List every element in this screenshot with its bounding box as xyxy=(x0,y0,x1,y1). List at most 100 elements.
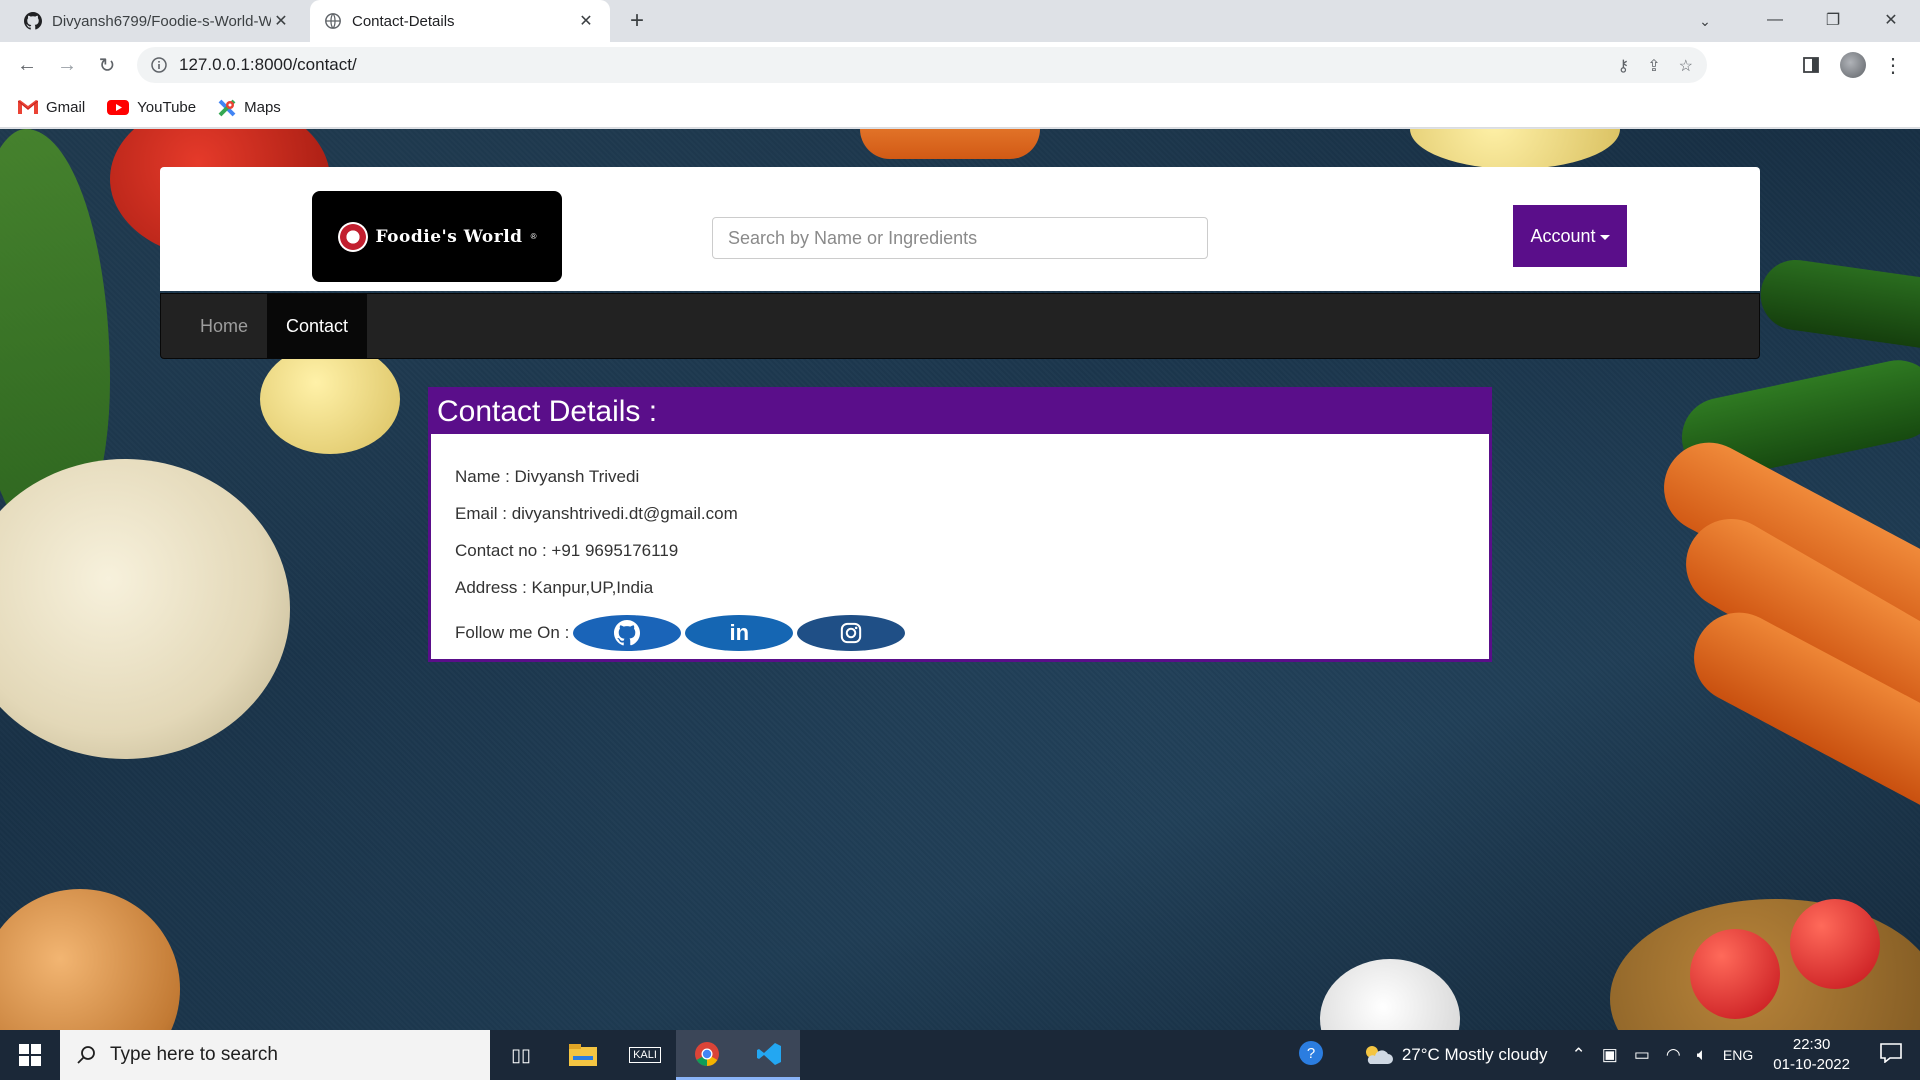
nav-home[interactable]: Home xyxy=(181,294,267,358)
bookmarks-bar: Gmail YouTube Maps xyxy=(0,88,1920,128)
site-navbar: Home Contact xyxy=(160,293,1760,359)
follow-label: Follow me On : xyxy=(455,623,570,642)
key-icon[interactable]: ⚷ xyxy=(1618,56,1630,76)
instagram-link[interactable] xyxy=(797,615,906,651)
github-icon xyxy=(24,12,42,30)
background-carrot xyxy=(860,129,1040,159)
background-garlic xyxy=(1320,959,1460,1030)
registered-mark: ® xyxy=(530,232,537,241)
clock-time: 22:30 xyxy=(1792,1036,1831,1053)
taskbar-search-placeholder: Type here to search xyxy=(110,1044,278,1065)
battery-icon[interactable]: ▭ xyxy=(1626,1045,1658,1065)
windows-taskbar: Type here to search ▯▯ KALI ? 27°C Mostl… xyxy=(0,1030,1920,1080)
windows-icon xyxy=(19,1044,41,1066)
email-label: Email : xyxy=(455,503,512,523)
bookmark-label: YouTube xyxy=(137,99,197,116)
menu-icon[interactable]: ⋮ xyxy=(1878,50,1908,80)
search-input[interactable] xyxy=(712,217,1208,259)
github-link[interactable] xyxy=(573,615,682,651)
globe-icon xyxy=(325,13,341,29)
minimize-button[interactable]: — xyxy=(1746,0,1804,40)
file-explorer-icon[interactable] xyxy=(552,1030,614,1080)
bookmark-label: Maps xyxy=(244,99,281,116)
notifications-icon[interactable] xyxy=(1862,1042,1920,1068)
svg-text:?: ? xyxy=(1307,1045,1315,1062)
help-icon[interactable]: ? xyxy=(1290,1040,1332,1071)
back-icon[interactable]: ← xyxy=(12,50,42,80)
forward-icon[interactable]: → xyxy=(52,50,82,80)
background-potato xyxy=(260,344,400,454)
youtube-icon xyxy=(107,100,130,115)
browser-tab-strip: Divyansh6799/Foodie-s-World-W ✕ Contact-… xyxy=(0,0,1920,42)
info-icon xyxy=(151,57,167,73)
taskbar-search[interactable]: Type here to search xyxy=(60,1030,490,1080)
language-indicator[interactable]: ENG xyxy=(1715,1047,1761,1063)
phone-row: Contact no : +91 9695176119 xyxy=(455,532,1465,569)
name-label: Name : xyxy=(455,466,515,486)
kali-label: KALI xyxy=(629,1047,661,1063)
account-label: Account xyxy=(1530,225,1596,246)
close-icon[interactable]: ✕ xyxy=(576,11,596,31)
browser-toolbar: ← → ↻ 127.0.0.1:8000/contact/ ⚷ ⇪ ☆ ⋮ xyxy=(0,42,1920,88)
panel-body: Name : Divyansh Trivedi Email : divyansh… xyxy=(431,434,1489,656)
start-button[interactable] xyxy=(0,1030,60,1080)
github-icon xyxy=(614,620,641,646)
bookmark-gmail[interactable]: Gmail xyxy=(18,99,85,116)
tab-title: Divyansh6799/Foodie-s-World-W xyxy=(52,12,271,30)
volume-icon[interactable]: 🔈︎ xyxy=(1689,1045,1715,1065)
nav-contact[interactable]: Contact xyxy=(267,294,368,358)
contact-panel: Contact Details : Name : Divyansh Trived… xyxy=(428,387,1492,662)
bookmark-youtube[interactable]: YouTube xyxy=(107,99,196,116)
account-dropdown-button[interactable]: Account xyxy=(1513,205,1627,267)
profile-avatar[interactable] xyxy=(1838,50,1868,80)
task-view-icon[interactable]: ▯▯ xyxy=(490,1030,552,1080)
kali-icon[interactable]: KALI xyxy=(614,1030,676,1080)
close-window-button[interactable]: ✕ xyxy=(1862,0,1920,40)
email-row: Email : divyanshtrivedi.dt@gmail.com xyxy=(455,495,1465,532)
vscode-icon[interactable] xyxy=(738,1030,800,1080)
logo-text: Foodie's World xyxy=(375,226,523,247)
name-row: Name : Divyansh Trivedi xyxy=(455,458,1465,495)
email-value: divyanshtrivedi.dt@gmail.com xyxy=(511,503,738,523)
chevron-down-icon[interactable]: ⌄ xyxy=(1690,8,1720,34)
chrome-icon[interactable] xyxy=(676,1030,738,1080)
linkedin-link[interactable]: in xyxy=(685,615,794,651)
panel-title: Contact Details : xyxy=(431,390,1489,434)
site-header: Foodie's World ® Account xyxy=(160,167,1760,291)
new-tab-button[interactable]: + xyxy=(622,6,652,36)
gmail-icon xyxy=(18,100,38,114)
caret-down-icon xyxy=(1599,234,1610,240)
name-value: Divyansh Trivedi xyxy=(514,466,640,486)
address-row: Address : Kanpur,UP,India xyxy=(455,569,1465,606)
maps-icon xyxy=(218,99,236,116)
follow-row: Follow me On : in xyxy=(455,610,1465,656)
close-icon[interactable]: ✕ xyxy=(271,11,291,31)
clock[interactable]: 22:30 01-10-2022 xyxy=(1761,1035,1862,1075)
url-text: 127.0.0.1:8000/contact/ xyxy=(179,55,357,74)
tab-github[interactable]: Divyansh6799/Foodie-s-World-W ✕ xyxy=(10,0,305,42)
tab-contact-details[interactable]: Contact-Details ✕ xyxy=(310,0,610,42)
chevron-up-icon[interactable]: ⌃ xyxy=(1556,1045,1594,1065)
site-logo[interactable]: Foodie's World ® xyxy=(312,191,562,282)
weather-widget[interactable]: 27°C Mostly cloudy xyxy=(1332,1044,1556,1066)
address-label: Address : xyxy=(455,577,532,597)
device-icon[interactable]: ▣ xyxy=(1594,1045,1626,1065)
address-bar[interactable]: 127.0.0.1:8000/contact/ ⚷ ⇪ ☆ xyxy=(137,47,1707,83)
address-value: Kanpur,UP,India xyxy=(531,577,654,597)
wifi-icon[interactable]: ◠ xyxy=(1658,1045,1689,1065)
background-tomato xyxy=(1790,899,1880,989)
background-cauliflower xyxy=(0,459,290,759)
background-green-pepper xyxy=(1756,255,1920,353)
share-icon[interactable]: ⇪ xyxy=(1647,56,1660,76)
bookmark-maps[interactable]: Maps xyxy=(218,99,281,117)
side-panel-icon[interactable] xyxy=(1796,50,1826,80)
linkedin-icon: in xyxy=(729,620,750,645)
instagram-icon xyxy=(841,622,862,644)
bookmark-label: Gmail xyxy=(46,99,86,116)
phone-label: Contact no : xyxy=(455,540,552,560)
star-icon[interactable]: ☆ xyxy=(1679,56,1693,76)
restore-button[interactable]: ❐ xyxy=(1804,0,1862,40)
background-tomato xyxy=(1690,929,1780,1019)
system-tray: ? 27°C Mostly cloudy ⌃ ▣ ▭ ◠ 🔈︎ ENG 22:3… xyxy=(1290,1030,1920,1080)
reload-icon[interactable]: ↻ xyxy=(92,50,122,80)
